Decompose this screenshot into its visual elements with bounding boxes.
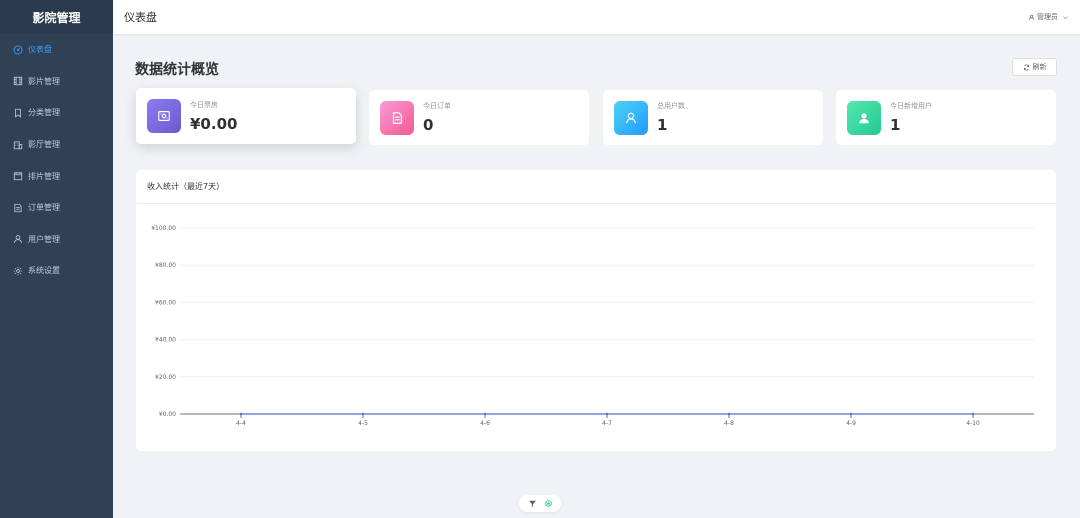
y-tick-label: ¥40.00	[155, 337, 176, 344]
data-point	[971, 412, 975, 416]
sidebar-item-orders[interactable]: 订单管理	[0, 192, 113, 224]
top-bar: 仪表盘 管理员	[113, 0, 1080, 34]
data-point	[605, 412, 609, 416]
x-tick-label: 4-7	[602, 420, 612, 427]
x-tick-label: 4-4	[236, 420, 246, 427]
stat-value: 1	[890, 116, 901, 134]
sidebar-item-schedule[interactable]: 排片管理	[0, 160, 113, 192]
user-name: 管理员	[1037, 13, 1058, 21]
stat-card-revenue: 今日票房 ¥0.00	[136, 88, 356, 144]
chart-title: 收入统计（最近7天）	[136, 170, 1056, 204]
data-point	[849, 412, 853, 416]
refresh-button[interactable]: 刷新	[1012, 58, 1057, 76]
sidebar-item-label: 系统设置	[28, 266, 60, 276]
y-tick-label: ¥100.00	[151, 225, 176, 232]
sidebar-item-label: 排片管理	[28, 171, 60, 181]
stat-card-total-users: 总用户数 1	[603, 90, 823, 145]
dashboard-icon	[13, 45, 23, 55]
calendar-icon	[13, 171, 23, 181]
revenue-chart-card: 收入统计（最近7天） ¥0.00 ¥20.00 ¥40.00 ¥60.00 ¥80.00…	[136, 170, 1056, 451]
stat-card-new-users: 今日新增用户 1	[836, 90, 1056, 145]
document-icon	[380, 100, 414, 135]
data-point	[727, 412, 731, 416]
sidebar-item-label: 仪表盘	[28, 45, 52, 55]
wallet-icon	[147, 99, 181, 133]
stat-value: ¥0.00	[190, 114, 238, 133]
y-tick-label: ¥0.00	[159, 411, 176, 418]
y-tick-label: ¥60.00	[155, 299, 176, 306]
app-brand: 影院管理	[0, 0, 113, 34]
page-heading: 仪表盘	[124, 11, 157, 24]
x-tick-label: 4-5	[358, 420, 368, 427]
floating-toolbar	[519, 495, 561, 512]
stat-label: 今日订单	[423, 102, 451, 110]
data-point	[239, 412, 243, 416]
sidebar-item-label: 影厅管理	[28, 140, 60, 150]
user-menu[interactable]: 管理员	[1028, 12, 1069, 22]
sidebar-item-categories[interactable]: 分类管理	[0, 97, 113, 129]
user-icon	[13, 234, 23, 244]
sidebar-item-users[interactable]: 用户管理	[0, 224, 113, 256]
sidebar-item-halls[interactable]: 影厅管理	[0, 129, 113, 161]
y-tick-label: ¥80.00	[155, 262, 176, 269]
data-point	[361, 412, 365, 416]
y-tick-label: ¥20.00	[155, 374, 176, 381]
stat-card-orders: 今日订单 0	[369, 90, 589, 145]
film-icon	[13, 76, 23, 86]
stat-label: 总用户数	[657, 102, 685, 110]
stat-value: 1	[657, 116, 668, 134]
stat-label: 今日票房	[190, 100, 218, 109]
filter-icon[interactable]	[528, 499, 537, 508]
refresh-icon	[1023, 64, 1030, 71]
chevron-down-icon	[1062, 14, 1069, 21]
revenue-line-chart: ¥0.00 ¥20.00 ¥40.00 ¥60.00 ¥80.00 ¥100.00 4-4 4…	[151, 225, 1034, 427]
stat-label: 今日新增用户	[890, 102, 932, 110]
refresh-label: 刷新	[1032, 63, 1047, 71]
user-add-icon	[847, 100, 881, 135]
main-content: 数据统计概览 刷新 今日票房 ¥0.00 今日订单 0 总用户数 1 今日新增用…	[113, 34, 1080, 518]
sidebar-item-films[interactable]: 影片管理	[0, 66, 113, 98]
data-point	[483, 412, 487, 416]
sidebar-item-label: 用户管理	[28, 234, 60, 244]
document-icon	[13, 203, 23, 213]
sidebar-menu: 仪表盘 影片管理 分类管理 影厅管理 排片管理 订单管理 用户管理 系统设置	[0, 34, 113, 287]
x-tick-label: 4-8	[724, 420, 734, 427]
sidebar-item-dashboard[interactable]: 仪表盘	[0, 34, 113, 66]
page-title: 数据统计概览	[135, 62, 219, 78]
target-icon[interactable]	[544, 499, 553, 508]
user-icon	[614, 100, 648, 135]
bookmark-icon	[13, 108, 23, 118]
x-tick-label: 4-9	[846, 420, 856, 427]
stat-value: 0	[423, 116, 434, 134]
x-tick-label: 4-10	[966, 420, 980, 427]
sidebar: 影院管理 仪表盘 影片管理 分类管理 影厅管理 排片管理 订单管理 用户管理 系…	[0, 0, 113, 518]
gear-icon	[13, 266, 23, 276]
user-icon	[1028, 14, 1035, 21]
sidebar-item-label: 订单管理	[28, 203, 60, 213]
x-tick-label: 4-6	[480, 420, 490, 427]
sidebar-item-label: 影片管理	[28, 76, 60, 86]
sidebar-item-settings[interactable]: 系统设置	[0, 255, 113, 287]
building-icon	[13, 140, 23, 150]
sidebar-item-label: 分类管理	[28, 108, 60, 118]
